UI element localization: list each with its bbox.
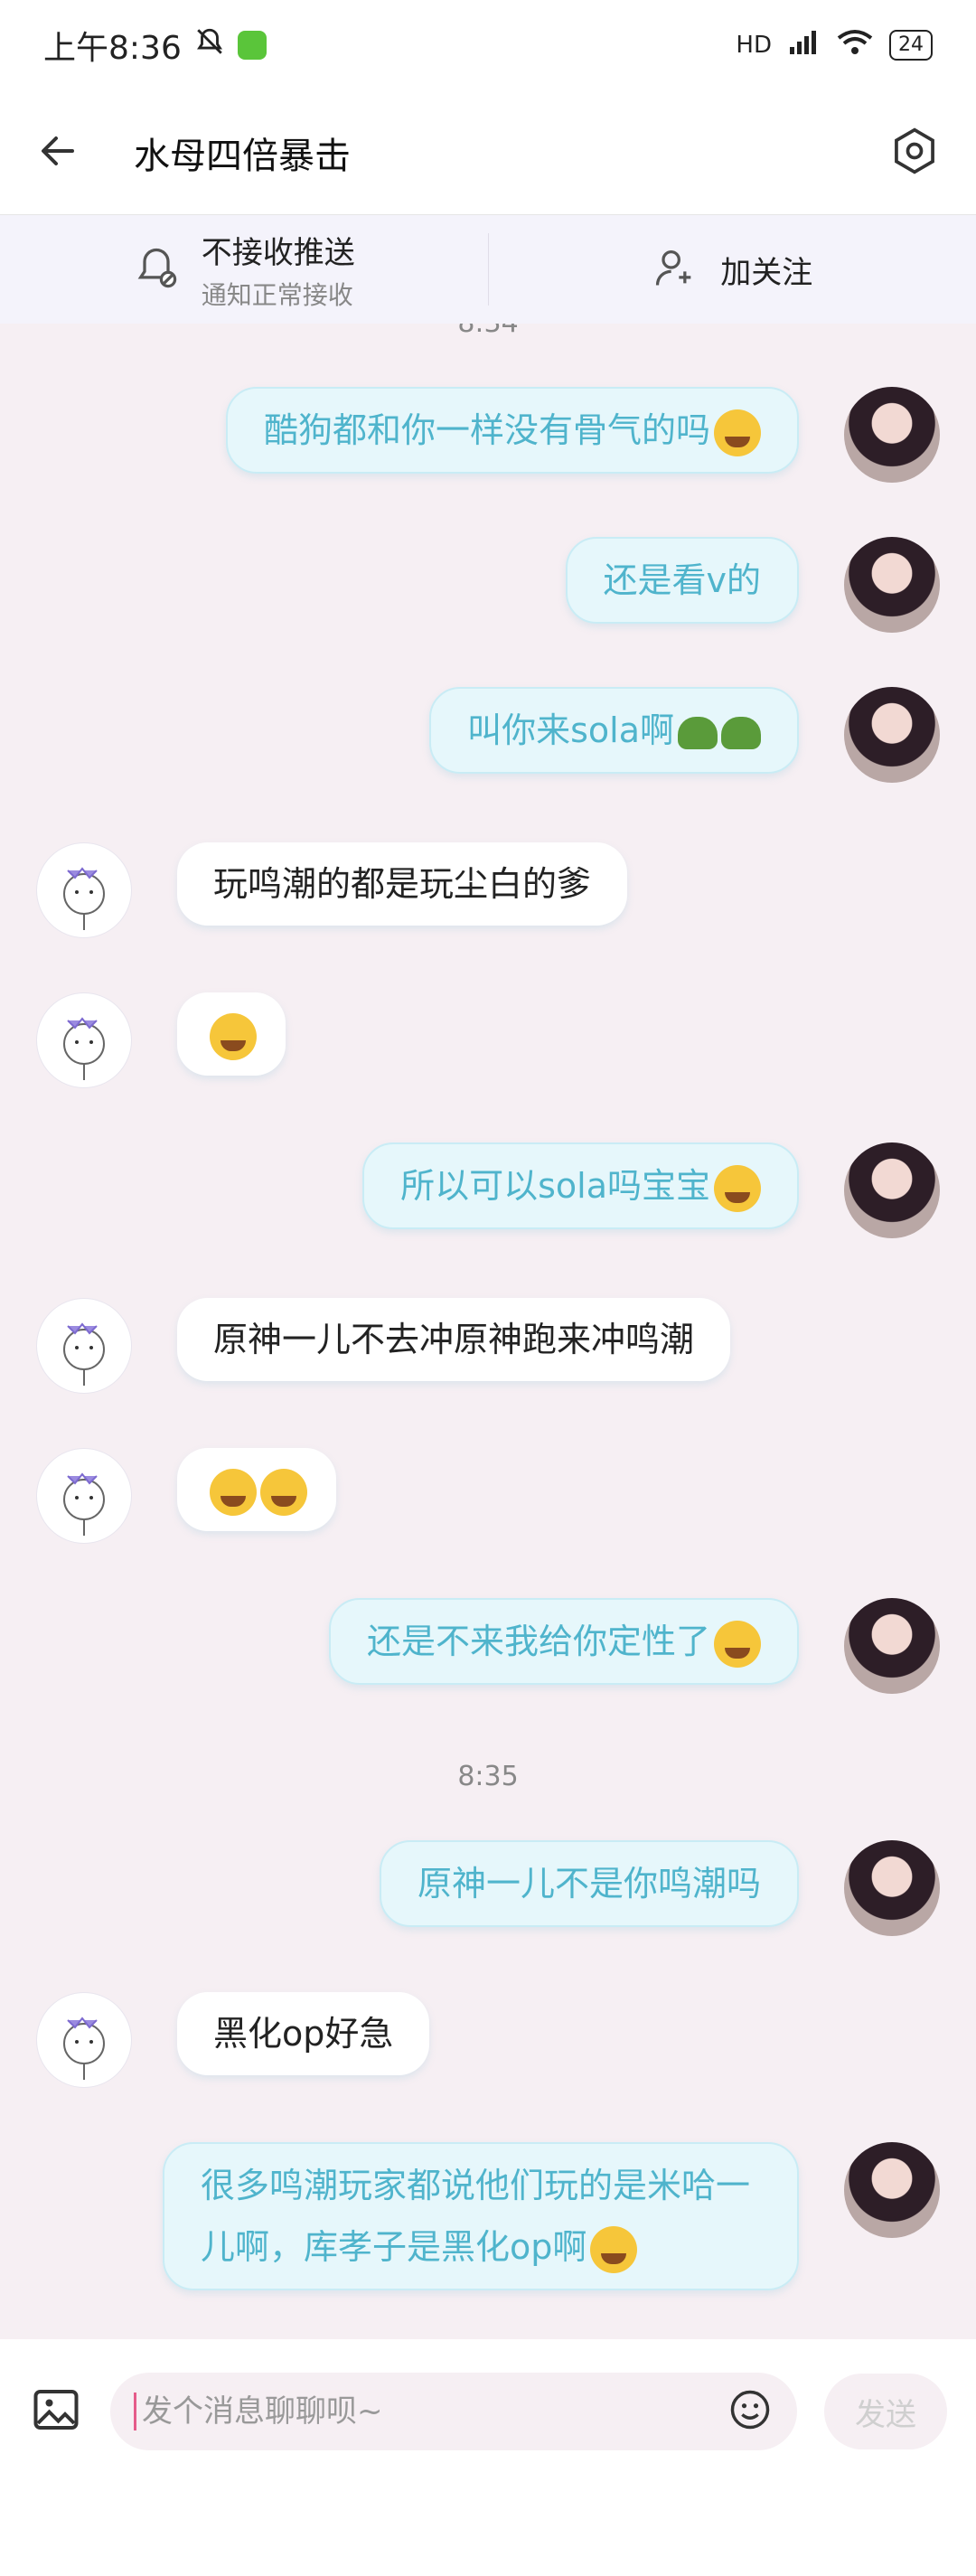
- message-sent[interactable]: 叫你来sola啊: [429, 687, 940, 783]
- notifications-muted-icon: [194, 26, 225, 65]
- turtle-emoji-icon: [721, 716, 761, 749]
- message-bubble[interactable]: 很多鸣潮玩家都说他们玩的是米哈一儿啊，库孝子是黑化op啊: [163, 2142, 799, 2290]
- my-avatar[interactable]: [844, 687, 940, 783]
- message-text: 叫你来sola啊: [467, 710, 674, 750]
- message-input-wrapper[interactable]: [110, 2373, 797, 2450]
- my-avatar[interactable]: [844, 1840, 940, 1936]
- turtle-emoji-icon: [678, 716, 718, 749]
- contact-avatar[interactable]: [36, 992, 132, 1088]
- status-right: HD 24: [736, 29, 933, 62]
- contact-avatar[interactable]: [36, 1298, 132, 1394]
- hd-label: HD: [736, 32, 772, 59]
- message-bubble[interactable]: [177, 992, 286, 1076]
- my-avatar[interactable]: [844, 2142, 940, 2238]
- my-avatar[interactable]: [844, 1142, 940, 1238]
- contact-avatar[interactable]: [36, 842, 132, 938]
- laughing-crying-emoji-icon: [714, 1164, 761, 1212]
- image-picker-icon[interactable]: [29, 2383, 83, 2440]
- add-user-icon: [652, 244, 699, 295]
- status-left: 上午8:36: [43, 22, 267, 69]
- message-sent[interactable]: 酷狗都和你一样没有骨气的吗: [225, 387, 940, 483]
- back-arrow-icon[interactable]: [36, 129, 80, 176]
- composer-row: 发送: [0, 2339, 976, 2484]
- message-received[interactable]: [36, 1448, 336, 1544]
- message-composer: 发送: [0, 2339, 976, 2576]
- message-text: 很多鸣潮玩家都说他们玩的是米哈一儿啊，库孝子是黑化op啊: [201, 2166, 751, 2267]
- message-bubble[interactable]: 所以可以sola吗宝宝: [362, 1142, 799, 1229]
- message-text: 还是看v的: [603, 560, 762, 600]
- message-sent[interactable]: 所以可以sola吗宝宝: [362, 1142, 940, 1238]
- message-received[interactable]: [36, 992, 286, 1088]
- push-setting-button[interactable]: 不接收推送 通知正常接收: [0, 215, 488, 324]
- chat-options-bar: 不接收推送 通知正常接收 加关注: [0, 215, 976, 324]
- laughing-crying-emoji-icon: [714, 1620, 761, 1668]
- push-setting-text: 不接收推送 通知正常接收: [202, 228, 355, 312]
- emoji-picker-icon[interactable]: [727, 2386, 774, 2437]
- my-avatar[interactable]: [844, 537, 940, 633]
- message-text: 所以可以sola吗宝宝: [400, 1166, 710, 1206]
- chat-title: 水母四倍暴击: [134, 135, 351, 177]
- partial-timestamp: 8:34: [0, 324, 976, 339]
- laughing-crying-emoji-icon: [210, 1012, 257, 1060]
- laughing-crying-emoji-icon: [714, 409, 761, 456]
- follow-button[interactable]: 加关注: [489, 215, 976, 324]
- message-received[interactable]: 黑化op好急: [36, 1992, 430, 2088]
- message-received[interactable]: 玩鸣潮的都是玩尘白的爹: [36, 842, 628, 938]
- app-notification-icon: [237, 31, 267, 60]
- chat-message-list[interactable]: 8:34 酷狗都和你一样没有骨气的吗 还是看v的 叫你来sola啊 玩鸣潮的都是…: [0, 324, 976, 2339]
- push-setting-sublabel: 通知正常接收: [201, 279, 353, 310]
- message-bubble[interactable]: 还是看v的: [565, 537, 799, 624]
- message-bubble[interactable]: 原神一儿不去冲原神跑来冲鸣潮: [177, 1298, 731, 1381]
- push-setting-label: 不接收推送: [201, 234, 355, 271]
- status-bar: 上午8:36 HD 24: [0, 0, 976, 90]
- message-sent[interactable]: 原神一儿不是你鸣潮吗: [379, 1840, 940, 1936]
- contact-avatar[interactable]: [36, 1448, 132, 1544]
- signal-icon: [788, 29, 821, 62]
- message-sent[interactable]: 还是不来我给你定性了: [328, 1598, 940, 1694]
- message-received[interactable]: 原神一儿不去冲原神跑来冲鸣潮: [36, 1298, 731, 1394]
- message-bubble[interactable]: 酷狗都和你一样没有骨气的吗: [225, 387, 799, 474]
- my-avatar[interactable]: [844, 387, 940, 483]
- my-avatar[interactable]: [844, 1598, 940, 1694]
- message-bubble[interactable]: 玩鸣潮的都是玩尘白的爹: [177, 842, 628, 926]
- send-button[interactable]: 发送: [824, 2374, 947, 2449]
- message-text: 黑化op好急: [213, 2014, 394, 2054]
- message-input[interactable]: [134, 2393, 727, 2430]
- message-text: 还是不来我给你定性了: [366, 1622, 710, 1661]
- message-bubble[interactable]: 原神一儿不是你鸣潮吗: [379, 1840, 799, 1927]
- wifi-icon: [837, 29, 873, 62]
- chat-header: 水母四倍暴击: [0, 90, 976, 215]
- message-sent[interactable]: 很多鸣潮玩家都说他们玩的是米哈一儿啊，库孝子是黑化op啊: [163, 2142, 940, 2290]
- message-sent[interactable]: 还是看v的: [565, 537, 940, 633]
- bell-muted-icon: [133, 244, 180, 295]
- status-time: 上午8:36: [43, 30, 182, 67]
- tears-of-joy-emoji-icon: [210, 1468, 257, 1516]
- message-bubble[interactable]: [177, 1448, 336, 1531]
- laughing-crying-emoji-icon: [590, 2225, 638, 2273]
- settings-hexagon-icon[interactable]: [889, 126, 940, 180]
- message-text: 原神一儿不去冲原神跑来冲鸣潮: [213, 1320, 695, 1359]
- message-text: 酷狗都和你一样没有骨气的吗: [263, 410, 710, 450]
- tears-of-joy-emoji-icon: [260, 1468, 307, 1516]
- message-bubble[interactable]: 还是不来我给你定性了: [328, 1598, 799, 1685]
- timestamp: 8:35: [457, 1761, 519, 1792]
- message-bubble[interactable]: 叫你来sola啊: [429, 687, 799, 774]
- message-bubble[interactable]: 黑化op好急: [177, 1992, 430, 2075]
- message-text: 原神一儿不是你鸣潮吗: [417, 1864, 761, 1904]
- contact-avatar[interactable]: [36, 1992, 132, 2088]
- message-text: 玩鸣潮的都是玩尘白的爹: [213, 864, 592, 904]
- follow-label: 加关注: [720, 254, 813, 291]
- battery-indicator: 24: [889, 30, 933, 61]
